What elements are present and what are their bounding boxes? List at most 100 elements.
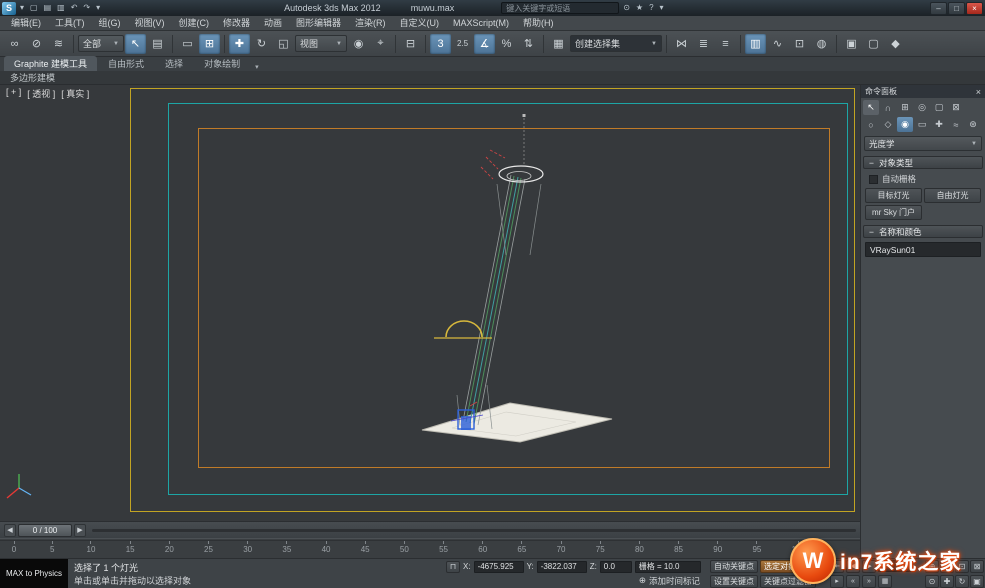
percent-snap-icon[interactable]: % [496, 34, 517, 54]
object-name-field[interactable]: VRaySun01 [865, 242, 981, 257]
use-pivot-center-icon[interactable]: ◉ [348, 34, 369, 54]
ribbon-tab-graphite[interactable]: Graphite 建模工具 [4, 56, 97, 71]
zoom-all-icon[interactable]: ⊞ [940, 560, 954, 573]
unlink-selection-icon[interactable]: ⊘ [26, 34, 47, 54]
render-setup-icon[interactable]: ▣ [841, 34, 862, 54]
viewport-shading-button[interactable]: [ 真实 ] [61, 87, 89, 100]
minimize-button[interactable]: – [930, 2, 947, 15]
close-button[interactable]: × [966, 2, 983, 15]
select-and-rotate-icon[interactable]: ↻ [251, 34, 272, 54]
edit-named-selection-icon[interactable]: ▦ [548, 34, 569, 54]
perspective-viewport[interactable]: [ + ] [ 透视 ] [ 真实 ] [0, 85, 860, 521]
select-by-name-icon[interactable]: ▤ [147, 34, 168, 54]
category-systems-icon[interactable]: ⊛ [965, 117, 981, 132]
open-file-icon[interactable]: ▤ [42, 1, 54, 15]
scene-model-streetlamp[interactable] [0, 85, 860, 521]
select-and-scale-icon[interactable]: ◱ [273, 34, 294, 54]
current-frame-field[interactable]: 0 [878, 560, 912, 572]
previous-frame-icon[interactable]: ◀ [846, 560, 860, 573]
category-cameras-icon[interactable]: ▭ [914, 117, 930, 132]
ribbon-tab-object-paint[interactable]: 对象绘制 [194, 56, 250, 71]
rollout-name-color[interactable]: − 名称和颜色 [863, 225, 983, 238]
viewport-menu-button[interactable]: [ + ] [6, 87, 21, 100]
tab-hierarchy-icon[interactable]: ⊞ [897, 100, 913, 115]
snap-toggle-25d-icon[interactable]: 2.5 [452, 34, 473, 54]
menu-item-rendering[interactable]: 渲染(R) [348, 16, 393, 31]
menu-item-tools[interactable]: 工具(T) [48, 16, 92, 31]
menu-item-customize[interactable]: 自定义(U) [393, 16, 447, 31]
autogrid-checkbox[interactable] [869, 175, 878, 184]
restore-button[interactable]: □ [948, 2, 965, 15]
time-configuration-icon[interactable]: ▦ [878, 575, 892, 588]
category-lights-icon[interactable]: ◉ [897, 117, 913, 132]
previous-frame-icon[interactable]: ◀ [4, 524, 16, 537]
tab-modify-icon[interactable]: ∩ [880, 100, 896, 115]
selection-lock-toggle-button[interactable]: 选定对象 [760, 560, 800, 573]
tab-create-icon[interactable]: ↖ [863, 100, 879, 115]
pan-icon[interactable]: ✚ [940, 575, 954, 588]
search-icon[interactable]: ⊙ [621, 1, 632, 15]
select-object-icon[interactable]: ↖ [125, 34, 146, 54]
z-coordinate-field[interactable]: 0.0 [600, 561, 632, 573]
menu-item-group[interactable]: 组(G) [92, 16, 128, 31]
maxscript-mini-listener[interactable]: MAX to Physics [0, 559, 68, 588]
rewind-icon[interactable]: « [846, 575, 860, 588]
orbit-icon[interactable]: ↻ [955, 575, 969, 588]
ribbon-tab-freeform[interactable]: 自由形式 [98, 56, 154, 71]
favorites-star-icon[interactable]: ★ [634, 1, 645, 15]
rendered-frame-window-icon[interactable]: ▢ [863, 34, 884, 54]
light-type-dropdown[interactable]: 光度学 ▼ [864, 136, 982, 151]
selection-lock-icon[interactable]: ⊓ [446, 561, 460, 573]
max-logo-icon[interactable]: S [2, 2, 16, 15]
quick-access-caret-icon[interactable]: ▾ [94, 1, 102, 15]
add-time-tag-button[interactable]: 添加时间标记 [649, 575, 700, 587]
y-coordinate-field[interactable]: -3822.037 [537, 561, 587, 573]
menu-item-animation[interactable]: 动画 [257, 16, 289, 31]
material-editor-icon[interactable]: ◍ [811, 34, 832, 54]
infocenter-search-input[interactable] [501, 2, 619, 14]
angle-snap-icon[interactable]: ∡ [474, 34, 495, 54]
select-and-move-icon[interactable]: ✚ [229, 34, 250, 54]
next-frame-icon[interactable]: ▶ [74, 524, 86, 537]
schematic-view-icon[interactable]: ⊡ [789, 34, 810, 54]
key-mode-toggle-icon[interactable]: ▸ [830, 575, 844, 588]
select-and-link-icon[interactable]: ∞ [4, 34, 25, 54]
zoom-extents-icon[interactable]: ⊡ [955, 560, 969, 573]
render-production-icon[interactable]: ◆ [885, 34, 906, 54]
selection-region-icon[interactable]: ▭ [177, 34, 198, 54]
window-crossing-icon[interactable]: ⊞ [199, 34, 220, 54]
ribbon-collapse-icon[interactable]: ▾ [251, 63, 263, 71]
menu-item-help[interactable]: 帮助(H) [516, 16, 561, 31]
auto-key-button[interactable]: 自动关键点 [710, 560, 758, 573]
mr-sky-portal-button[interactable]: mr Sky 门户 [865, 205, 922, 220]
select-and-manipulate-icon[interactable]: ⌖ [370, 34, 391, 54]
rollout-object-type[interactable]: − 对象类型 [863, 156, 983, 169]
layer-manager-icon[interactable]: ≡ [715, 34, 736, 54]
time-slider-track[interactable] [92, 529, 856, 532]
menu-item-maxscript[interactable]: MAXScript(M) [446, 16, 516, 31]
bind-to-spacewarp-icon[interactable]: ≋ [48, 34, 69, 54]
fast-forward-icon[interactable]: » [862, 575, 876, 588]
zoom-icon[interactable]: ⊕ [925, 560, 939, 573]
field-of-view-icon[interactable]: ⊙ [925, 575, 939, 588]
mirror-icon[interactable]: ⋈ [671, 34, 692, 54]
category-spacewarps-icon[interactable]: ≈ [948, 117, 964, 132]
menu-item-edit[interactable]: 编辑(E) [4, 16, 48, 31]
help-icon[interactable]: ? [647, 1, 655, 15]
command-panel-header[interactable]: 命令面板 × [861, 85, 985, 98]
align-icon[interactable]: ≣ [693, 34, 714, 54]
keyboard-override-icon[interactable]: ⊟ [400, 34, 421, 54]
play-animation-icon[interactable]: ▶ [862, 560, 876, 573]
tab-display-icon[interactable]: ▢ [931, 100, 947, 115]
menu-item-modifiers[interactable]: 修改器 [216, 16, 257, 31]
snap-toggle-3d-icon[interactable]: 3 [430, 34, 451, 54]
time-slider-handle[interactable]: 0 / 100 [18, 524, 72, 537]
ribbon-panel-polygon-modeling[interactable]: 多边形建模 [0, 71, 985, 85]
curve-editor-icon[interactable]: ∿ [767, 34, 788, 54]
graphite-ribbon-toggle-icon[interactable]: ▥ [745, 34, 766, 54]
category-geometry-icon[interactable]: ○ [863, 117, 879, 132]
target-light-button[interactable]: 目标灯光 [865, 188, 922, 203]
key-filters-button[interactable]: 关键点过滤器 [760, 575, 816, 588]
infocenter-caret-icon[interactable]: ▾ [658, 1, 666, 15]
free-light-button[interactable]: 自由灯光 [924, 188, 981, 203]
